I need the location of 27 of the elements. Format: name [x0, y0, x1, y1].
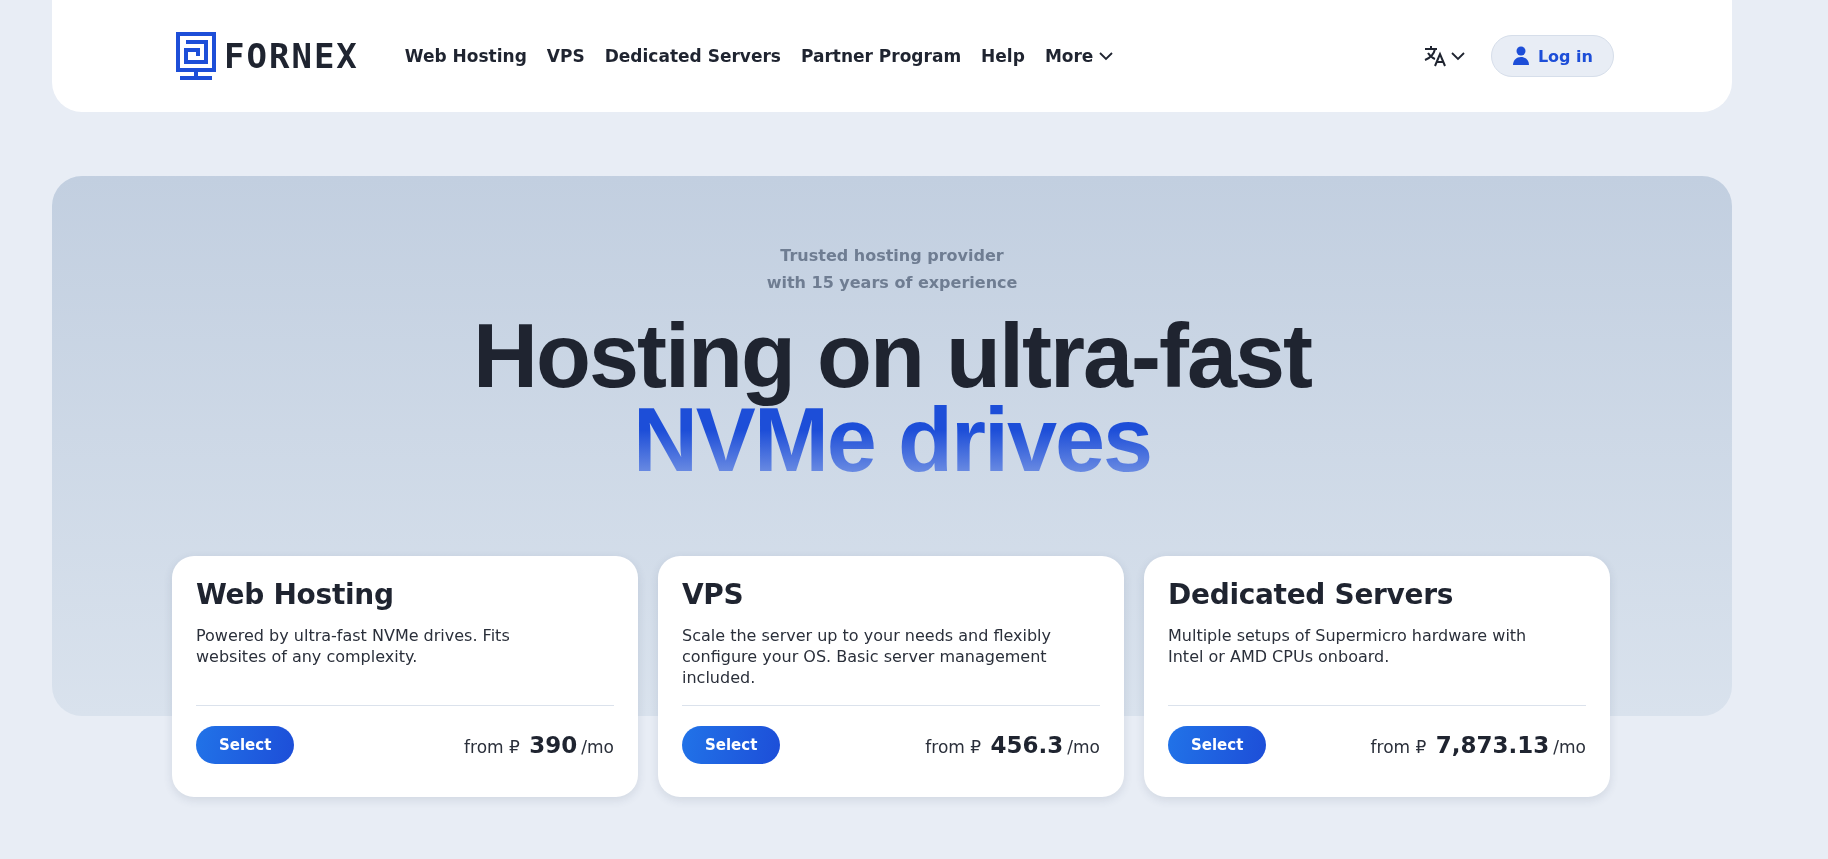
logo-icon — [176, 32, 216, 80]
nav-link[interactable]: Partner Program — [800, 46, 962, 66]
nav-link[interactable]: Web Hosting — [404, 46, 527, 66]
nav-menu[interactable]: More — [1044, 46, 1114, 66]
logo-text[interactable]: FORNEX — [224, 36, 359, 76]
tagline: Trusted hosting provider with 15 years of experience — [765, 245, 1019, 294]
nav-link[interactable]: Dedicated Servers — [604, 46, 781, 66]
card-title: Dedicated Servers — [1168, 578, 1455, 611]
translate-icon — [1422, 44, 1447, 68]
nav-link[interactable]: Help — [981, 46, 1025, 66]
card-description: Powered by ultra-fast NVMe drives. Fits websites of any complexity. — [196, 625, 511, 668]
chevron-down-icon — [1099, 51, 1114, 61]
select-button[interactable]: Select — [1168, 726, 1267, 764]
nav-link[interactable]: VPS — [546, 46, 585, 66]
chevron-down-icon — [1450, 51, 1465, 61]
card-description: Multiple setups of Supermicro hardware with Intel or AMD CPUs onboard. — [1168, 625, 1528, 668]
price-label: from ₽ 7,873.13 /mo — [1370, 732, 1586, 758]
login-button[interactable]: Log in — [1490, 35, 1614, 77]
user-icon — [1511, 46, 1530, 66]
select-button[interactable]: Select — [196, 726, 295, 764]
select-button[interactable]: Select — [682, 726, 781, 764]
price-label: from ₽ 456.3 /mo — [925, 732, 1100, 758]
language-selector[interactable] — [1422, 44, 1465, 68]
card-description: Scale the server up to your needs and flexibly configure your OS. Basic server management included. — [682, 625, 1053, 688]
price-label: from ₽ 390 /mo — [464, 732, 614, 758]
card-title: VPS — [682, 578, 745, 611]
card-title: Web Hosting — [196, 578, 395, 611]
